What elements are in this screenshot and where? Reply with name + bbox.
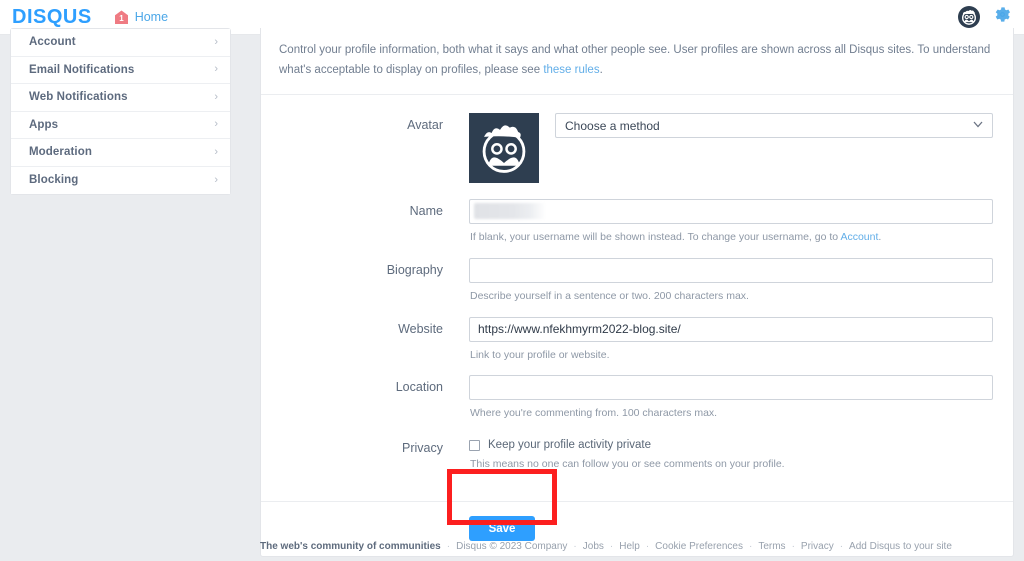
- chevron-right-icon: ›: [214, 118, 218, 131]
- footer-separator: ·: [748, 541, 753, 552]
- sidebar-item-account[interactable]: Account ›: [11, 29, 230, 57]
- location-hint: Where you're commenting from. 100 charac…: [470, 407, 718, 420]
- website-label: Website: [398, 321, 443, 336]
- these-rules-link[interactable]: these rules: [543, 64, 599, 76]
- footer-link-cookie-preferences[interactable]: Cookie Preferences: [655, 541, 743, 552]
- privacy-hint: This means no one can follow you or see …: [470, 458, 785, 470]
- home-notification-badge-icon: 1: [114, 10, 129, 25]
- page-footer: The web's community of communities · Dis…: [260, 541, 952, 552]
- intro-paragraph: Control your profile information, both w…: [279, 40, 995, 80]
- name-hint-after: .: [878, 231, 882, 244]
- sidebar-item-blocking[interactable]: Blocking ›: [11, 166, 230, 194]
- sidebar-item-label: Blocking: [29, 174, 79, 187]
- privacy-checkbox-label[interactable]: Keep your profile activity private: [488, 439, 651, 451]
- sidebar-item-label: Apps: [29, 118, 59, 131]
- sidebar-item-moderation[interactable]: Moderation ›: [11, 139, 230, 167]
- sidebar-item-label: Web Notifications: [29, 91, 128, 104]
- footer-link-terms[interactable]: Terms: [758, 541, 785, 552]
- nav-home-link[interactable]: 1 Home: [114, 10, 168, 25]
- sidebar-item-label: Email Notifications: [29, 63, 135, 76]
- gear-icon[interactable]: [994, 6, 1011, 28]
- name-hint-before: If blank, your username will be shown in…: [470, 231, 841, 244]
- location-row: Location Where you're commenting from. 1…: [261, 375, 993, 434]
- profile-form: Avatar Choose a method Name If blank, yo…: [261, 95, 1013, 500]
- avatar-control-group: Choose a method: [469, 113, 993, 184]
- footer-separator: ·: [791, 541, 795, 552]
- website-hint: Link to your profile or website.: [470, 348, 610, 361]
- chevron-right-icon: ›: [214, 145, 218, 158]
- name-label: Name: [409, 204, 443, 219]
- footer-separator: ·: [645, 541, 650, 552]
- name-row: Name If blank, your username will be sho…: [261, 199, 993, 258]
- footer-separator: ·: [573, 541, 577, 552]
- biography-hint: Describe yourself in a sentence or two. …: [470, 289, 749, 302]
- footer-separator: ·: [609, 541, 614, 552]
- avatar-method-value: Choose a method: [565, 118, 660, 133]
- name-hint: If blank, your username will be shown in…: [470, 230, 993, 245]
- chevron-right-icon: ›: [214, 173, 218, 186]
- settings-sidebar: Account › Email Notifications › Web Noti…: [10, 28, 231, 195]
- privacy-row: Privacy Keep your profile activity priva…: [261, 436, 993, 485]
- footer-tagline: The web's community of communities: [260, 541, 441, 552]
- chevron-right-icon: ›: [214, 35, 218, 48]
- chevron-right-icon: ›: [214, 90, 218, 103]
- privacy-label: Privacy: [402, 441, 443, 455]
- intro-text: Control your profile information, both w…: [279, 44, 991, 77]
- chevron-down-icon: [973, 120, 983, 131]
- sidebar-item-apps[interactable]: Apps ›: [11, 111, 230, 139]
- name-input[interactable]: [469, 199, 993, 225]
- privacy-checkbox-group: Keep your profile activity private: [469, 436, 993, 451]
- account-link[interactable]: Account: [840, 231, 878, 243]
- intro-tail: .: [599, 64, 603, 77]
- privacy-checkbox[interactable]: [469, 439, 480, 451]
- website-input[interactable]: [469, 316, 993, 342]
- footer-link-jobs[interactable]: Jobs: [583, 541, 604, 552]
- biography-input[interactable]: [469, 257, 993, 283]
- chevron-right-icon: ›: [214, 63, 218, 76]
- sidebar-item-label: Account: [29, 36, 76, 49]
- location-label: Location: [395, 380, 443, 395]
- save-button[interactable]: Save: [469, 516, 535, 542]
- location-input[interactable]: [469, 375, 993, 401]
- footer-link-help[interactable]: Help: [619, 541, 640, 552]
- user-avatar-icon[interactable]: [958, 6, 980, 28]
- biography-label: Biography: [386, 262, 443, 277]
- avatar-method-select[interactable]: Choose a method: [555, 113, 993, 139]
- avatar-row: Avatar Choose a method: [261, 113, 993, 184]
- avatar-thumbnail-icon[interactable]: [469, 113, 539, 184]
- disqus-logo[interactable]: DISQUS: [12, 6, 92, 29]
- footer-link-privacy[interactable]: Privacy: [801, 541, 834, 552]
- profile-settings-panel: Control your profile information, both w…: [260, 28, 1014, 557]
- sidebar-item-label: Moderation: [29, 146, 92, 159]
- home-badge-count: 1: [119, 14, 124, 23]
- panel-intro: Control your profile information, both w…: [261, 28, 1013, 96]
- footer-separator: ·: [446, 541, 451, 552]
- sidebar-item-web-notifications[interactable]: Web Notifications ›: [11, 84, 230, 112]
- footer-link-add-disqus[interactable]: Add Disqus to your site: [849, 541, 952, 552]
- sidebar-item-email-notifications[interactable]: Email Notifications ›: [11, 56, 230, 84]
- biography-row: Biography Describe yourself in a sentenc…: [261, 257, 993, 317]
- avatar-label: Avatar: [407, 118, 443, 133]
- footer-separator: ·: [839, 541, 844, 552]
- nav-home-label: Home: [134, 10, 169, 24]
- topbar-right-actions: [958, 6, 1011, 28]
- website-row: Website Link to your profile or website.: [261, 316, 993, 376]
- footer-copyright: Disqus © 2023 Company: [456, 541, 568, 552]
